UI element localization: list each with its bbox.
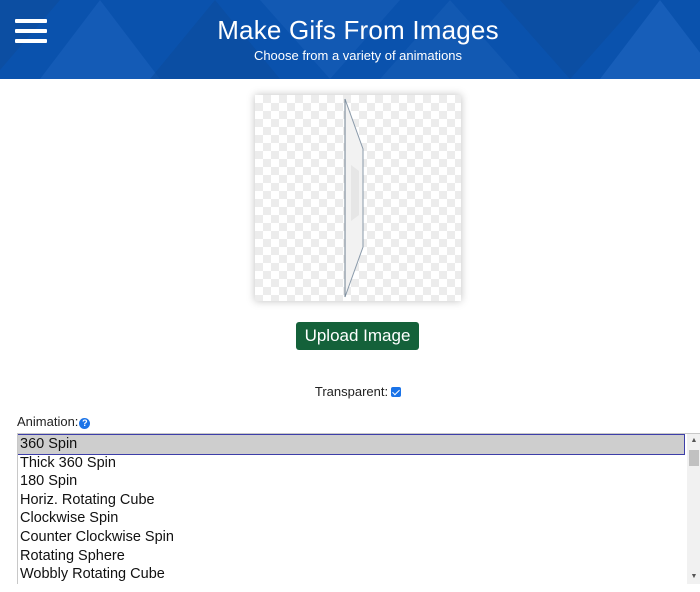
animation-label: Animation: xyxy=(17,414,79,429)
animation-option-360-spin[interactable]: 360 Spin xyxy=(18,434,685,455)
transparent-label: Transparent: xyxy=(314,384,389,399)
spinning-image-preview xyxy=(344,98,364,298)
animation-option-thick-360-spin[interactable]: Thick 360 Spin xyxy=(18,454,700,473)
page-subtitle: Choose from a variety of animations xyxy=(253,48,463,63)
animation-option-wobbly-rotating-cube[interactable]: Wobbly Rotating Cube xyxy=(18,565,700,584)
animation-option-horiz-rotating-cube[interactable]: Horiz. Rotating Cube xyxy=(18,491,700,510)
animation-listbox[interactable]: 360 Spin Thick 360 Spin 180 Spin Horiz. … xyxy=(17,433,700,584)
transparent-checkbox[interactable] xyxy=(391,387,402,397)
page-title: Make Gifs From Images xyxy=(217,15,499,45)
header-banner: Make Gifs From Images Choose from a vari… xyxy=(0,0,700,79)
scroll-down-arrow-icon[interactable]: ▼ xyxy=(687,570,700,584)
upload-image-button[interactable]: Upload Image xyxy=(296,322,419,350)
animation-option-clockwise-spin[interactable]: Clockwise Spin xyxy=(18,509,700,528)
scrollbar-thumb[interactable] xyxy=(689,450,699,466)
help-icon[interactable]: ? xyxy=(79,418,91,429)
gif-preview xyxy=(255,95,461,301)
animation-option-180-spin[interactable]: 180 Spin xyxy=(18,472,700,491)
page: Make Gifs From Images Choose from a vari… xyxy=(0,0,700,592)
listbox-scrollbar[interactable]: ▲ ▼ xyxy=(687,434,700,584)
transparent-option: Transparent: xyxy=(0,384,700,399)
animation-option-rotating-sphere[interactable]: Rotating Sphere xyxy=(18,547,700,566)
scroll-up-arrow-icon[interactable]: ▲ xyxy=(687,434,700,448)
animation-option-counter-clockwise-spin[interactable]: Counter Clockwise Spin xyxy=(18,528,700,547)
animation-label-row: Animation:? xyxy=(17,414,91,429)
